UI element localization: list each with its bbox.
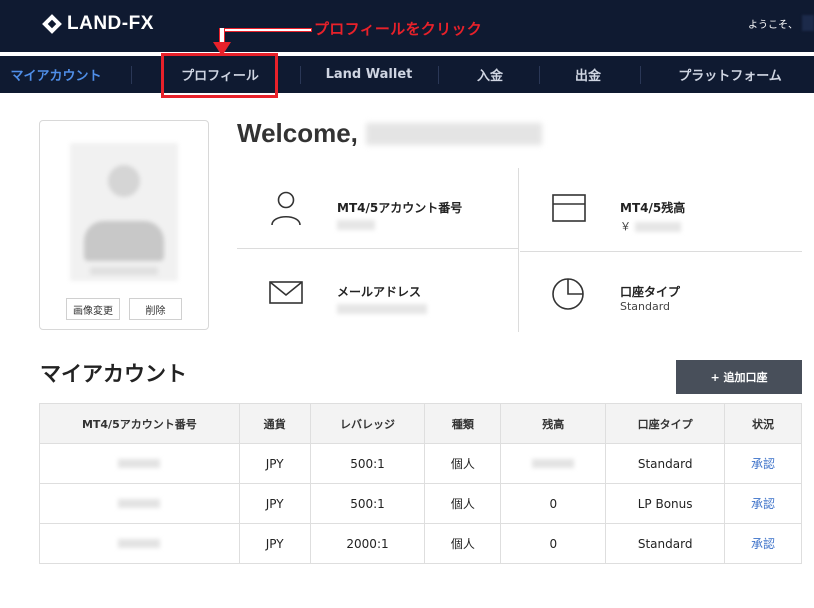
account-number-cell — [39, 483, 240, 524]
avatar — [70, 143, 178, 281]
col-account-number: MT4/5アカウント番号 — [39, 403, 240, 444]
nav-divider — [131, 66, 132, 84]
table-row: JPY 500:1 個人 Standard 承認 — [39, 443, 802, 484]
col-status: 状況 — [724, 403, 802, 444]
account-type-label: 口座タイプ — [620, 285, 681, 299]
redacted-username — [802, 15, 814, 31]
kind-cell: 個人 — [424, 483, 502, 524]
logo-text: LAND-FX — [67, 13, 154, 34]
nav-my-account[interactable]: マイアカウント — [0, 56, 112, 93]
balance-cell: 0 — [500, 523, 607, 564]
currency-cell: JPY — [238, 443, 311, 484]
nav-land-wallet-label: Land Wallet — [325, 67, 413, 82]
status-cell: 承認 — [724, 443, 802, 484]
annotation-arrow-shaft — [224, 28, 312, 32]
nav-divider — [539, 66, 540, 84]
account-type-cell: LP Bonus — [605, 483, 726, 524]
leverage-cell: 500:1 — [309, 483, 426, 524]
kind-cell: 個人 — [424, 523, 502, 564]
status-cell: 承認 — [724, 483, 802, 524]
balance-cell — [500, 443, 607, 484]
account-type-cell: Standard — [605, 443, 726, 484]
greeting-text: ようこそ、 — [748, 19, 798, 31]
nav-withdraw-label: 出金 — [574, 69, 601, 84]
nav-divider — [300, 66, 301, 84]
table-row: JPY 500:1 個人 0 LP Bonus 承認 — [39, 483, 802, 524]
col-kind: 種類 — [424, 403, 502, 444]
info-divider — [518, 168, 519, 332]
info-divider — [520, 251, 802, 252]
currency-cell: JPY — [238, 523, 311, 564]
col-leverage: レバレッジ — [309, 403, 426, 444]
main-nav: マイアカウント プロフィール Land Wallet 入金 出金 プラットフォー… — [0, 56, 814, 93]
redacted-full-name — [365, 122, 542, 145]
mail-icon — [268, 278, 308, 318]
nav-divider — [640, 66, 641, 84]
account-number-value — [337, 218, 375, 231]
nav-divider — [438, 66, 439, 84]
change-image-button[interactable]: 画像変更 — [66, 298, 120, 320]
profile-highlight-box — [161, 53, 278, 98]
col-balance: 残高 — [500, 403, 607, 444]
currency-cell: JPY — [238, 483, 311, 524]
balance-cell: 0 — [500, 483, 607, 524]
annotation-arrow-head-icon — [213, 42, 231, 56]
info-divider — [237, 248, 518, 249]
logo-diamond-icon — [42, 14, 62, 34]
accounts-table: MT4/5アカウント番号 通貨 レバレッジ 種類 残高 口座タイプ 状況 JPY… — [39, 403, 802, 564]
status-link[interactable]: 承認 — [751, 497, 775, 511]
account-number-cell — [39, 443, 240, 484]
table-row: JPY 2000:1 個人 0 Standard 承認 — [39, 523, 802, 564]
user-greeting: ようこそ、 — [748, 12, 814, 34]
kind-cell: 個人 — [424, 443, 502, 484]
status-cell: 承認 — [724, 523, 802, 564]
welcome-heading: Welcome, — [237, 118, 542, 149]
nav-platform-label: プラットフォーム — [678, 69, 782, 84]
status-link[interactable]: 承認 — [751, 457, 775, 471]
nav-deposit[interactable]: 入金 — [446, 56, 534, 93]
nav-my-account-label: マイアカウント — [10, 69, 102, 84]
my-account-title: マイアカウント — [40, 362, 187, 386]
nav-withdraw[interactable]: 出金 — [544, 56, 632, 93]
nav-platform[interactable]: プラットフォーム — [660, 56, 800, 93]
account-number-label: MT4/5アカウント番号 — [337, 201, 463, 215]
currency-symbol: ￥ — [620, 220, 631, 233]
nav-land-wallet[interactable]: Land Wallet — [314, 56, 424, 93]
welcome-text: Welcome, — [237, 118, 358, 148]
profile-card: 画像変更 削除 — [39, 120, 209, 330]
account-number-cell — [39, 523, 240, 564]
balance-value: ￥ — [620, 218, 681, 234]
card-icon — [552, 192, 592, 232]
col-account-type: 口座タイプ — [605, 403, 726, 444]
balance-label: MT4/5残高 — [620, 201, 686, 215]
user-icon — [268, 190, 308, 230]
annotation-text: プロフィールをクリック — [314, 20, 483, 38]
leverage-cell: 2000:1 — [309, 523, 426, 564]
delete-image-button[interactable]: 削除 — [129, 298, 182, 320]
email-label: メールアドレス — [337, 285, 422, 299]
status-link[interactable]: 承認 — [751, 537, 775, 551]
pie-chart-icon — [551, 274, 591, 314]
land-fx-logo[interactable]: LAND-FX — [42, 11, 154, 37]
leverage-cell: 500:1 — [309, 443, 426, 484]
table-header-row: MT4/5アカウント番号 通貨 レバレッジ 種類 残高 口座タイプ 状況 — [39, 403, 802, 444]
account-type-value: Standard — [620, 300, 671, 313]
col-currency: 通貨 — [238, 403, 311, 444]
email-value — [337, 302, 427, 315]
add-account-button[interactable]: + 追加口座 — [676, 360, 802, 394]
nav-deposit-label: 入金 — [476, 69, 503, 84]
account-type-cell: Standard — [605, 523, 726, 564]
